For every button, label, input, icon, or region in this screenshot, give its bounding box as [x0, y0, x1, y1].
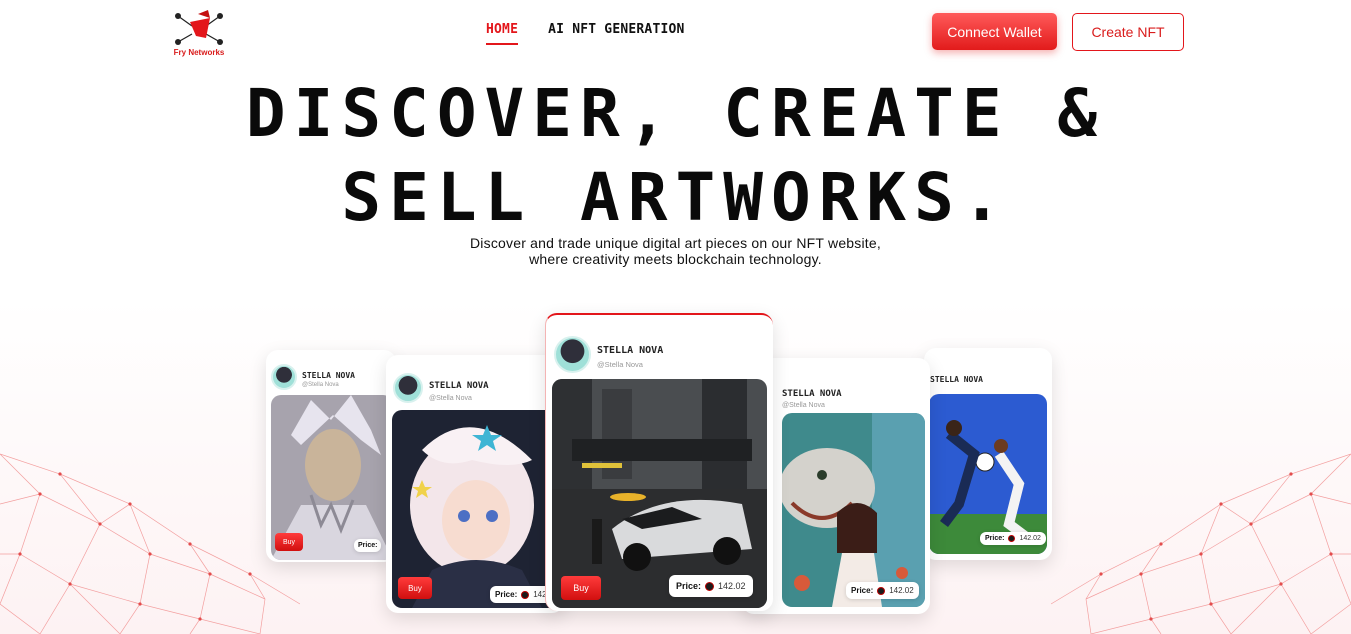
price-tag: Price: 142.02: [669, 575, 753, 597]
nft-card[interactable]: STELLA NOVA Price: 142.02: [924, 348, 1052, 560]
hero-title-line-1: DISCOVER, CREATE &: [245, 75, 1106, 152]
creator-handle: @Stella Nova: [782, 402, 825, 409]
hero-title: DISCOVER, CREATE & SELL ARTWORKS.: [0, 72, 1351, 240]
coin-icon: [705, 581, 715, 591]
nav-home[interactable]: HOME: [486, 22, 519, 45]
brand-name: Fry Networks: [173, 48, 225, 57]
artwork-girl-with-tiger-icon: [782, 413, 925, 607]
creator-handle: @Stella Nova: [597, 360, 643, 369]
network-mesh-left: [0, 453, 300, 634]
hero-subtitle: Discover and trade unique digital art pi…: [0, 235, 1351, 267]
coin-icon: [521, 590, 530, 599]
creator-name: STELLA NOVA: [597, 345, 664, 356]
price-label: Price:: [985, 535, 1005, 542]
creator-handle: @Stella Nova: [302, 382, 339, 388]
network-mesh-right: [1051, 453, 1351, 634]
price-label: Price:: [495, 590, 518, 599]
artwork-soccer-players-icon: [929, 394, 1047, 554]
price-tag: Price:: [354, 539, 382, 552]
creator-avatar: [393, 373, 423, 403]
coin-icon: [1008, 535, 1016, 542]
nft-artwork: [929, 394, 1047, 554]
price-tag: Price: 142.02: [846, 582, 919, 599]
nft-card[interactable]: STELLA NOVA @Stella Nova Buy Price: 142.…: [386, 355, 564, 613]
nft-card[interactable]: STELLA NOVA @Stella Nova Buy Price:: [266, 350, 396, 562]
price-tag: Price: 142.02: [980, 532, 1046, 545]
nft-artwork: [552, 379, 767, 608]
main-nav: HOME AI NFT GENERATION: [486, 22, 685, 45]
price-value: 142.02: [1019, 535, 1041, 542]
creator-handle: @Stella Nova: [429, 395, 472, 402]
coin-icon: [877, 586, 886, 595]
creator-avatar: [271, 364, 297, 390]
hero-title-line-2: SELL ARTWORKS.: [341, 159, 1010, 236]
nft-card-featured[interactable]: STELLA NOVA @Stella Nova Buy Price: 142.…: [545, 313, 773, 611]
creator-avatar: [554, 336, 591, 373]
price-value: 142.02: [718, 581, 746, 591]
create-nft-button[interactable]: Create NFT: [1072, 13, 1184, 51]
buy-button[interactable]: Buy: [398, 577, 432, 599]
nft-artwork: [782, 413, 925, 607]
price-label: Price:: [851, 586, 874, 595]
creator-name: STELLA NOVA: [782, 389, 842, 399]
hero-subtitle-line-2: where creativity meets blockchain techno…: [529, 251, 822, 267]
connect-wallet-button[interactable]: Connect Wallet: [932, 13, 1057, 50]
buy-button[interactable]: Buy: [275, 533, 303, 551]
creator-name: STELLA NOVA: [302, 371, 355, 380]
nav-ai-nft-generation[interactable]: AI NFT GENERATION: [548, 22, 684, 45]
artwork-futuristic-car-icon: [552, 379, 767, 608]
creator-name: STELLA NOVA: [429, 381, 489, 391]
hero-subtitle-line-1: Discover and trade unique digital art pi…: [470, 235, 881, 251]
price-label: Price:: [358, 542, 378, 549]
price-label: Price:: [676, 581, 702, 591]
buy-button[interactable]: Buy: [561, 576, 601, 600]
creator-name: STELLA NOVA: [930, 375, 983, 384]
price-value: 142.02: [889, 586, 914, 595]
